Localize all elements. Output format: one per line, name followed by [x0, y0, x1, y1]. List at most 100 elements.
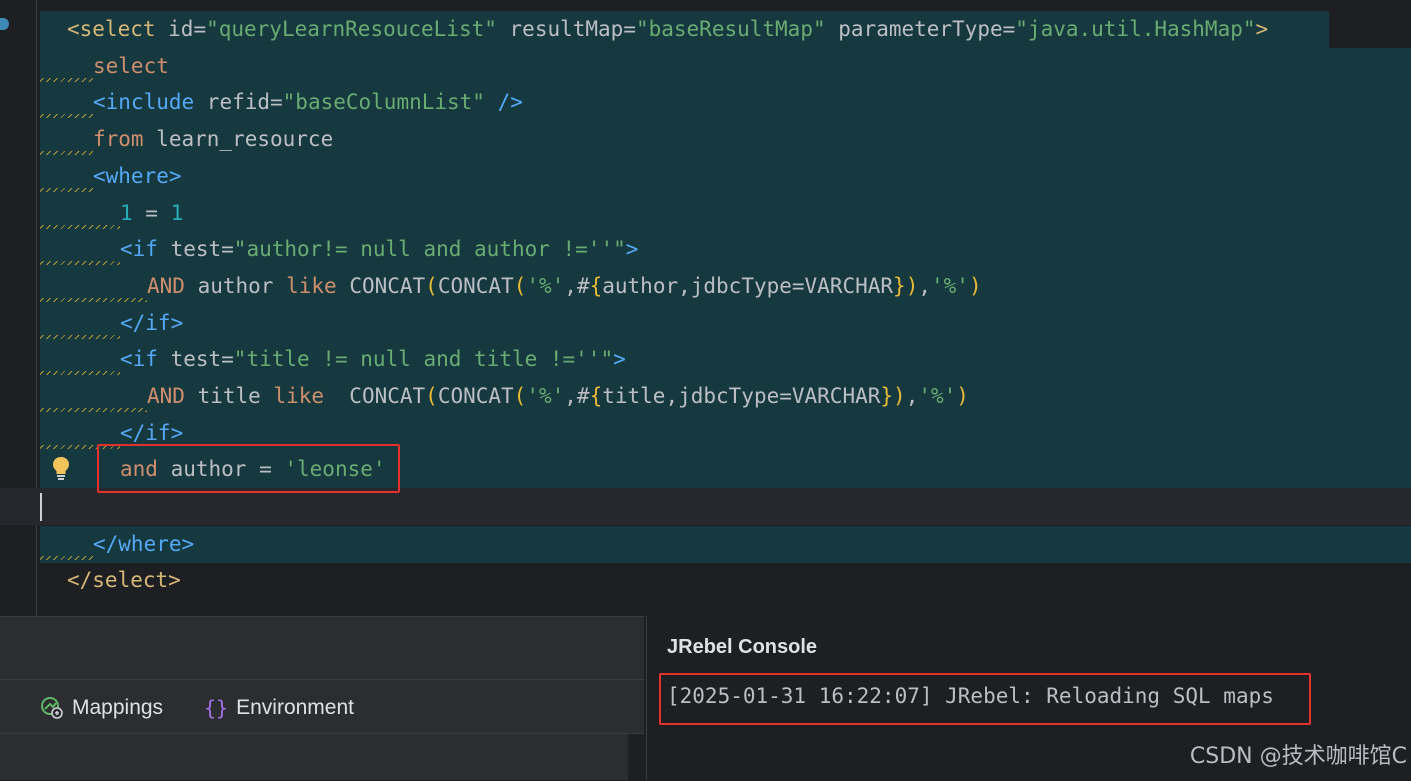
code-token: title,jdbcType=VARCHAR	[602, 384, 881, 408]
code-token: like	[273, 384, 350, 408]
code-token: >	[613, 347, 626, 371]
code-text: <if test="title != null and title !=''">	[120, 345, 626, 373]
code-token: '%'	[918, 384, 957, 408]
code-token: <include	[93, 90, 207, 114]
tab-mappings[interactable]: Mappings	[40, 693, 163, 723]
code-token: test=	[170, 347, 234, 371]
code-token: ,	[564, 274, 577, 298]
code-line[interactable]: </where>	[0, 526, 1411, 563]
annotation-highlight-box	[97, 444, 400, 493]
code-line[interactable]	[0, 488, 1411, 525]
code-token: CONCAT	[349, 274, 426, 298]
code-token: CONCAT	[437, 274, 514, 298]
warning-underline	[40, 556, 93, 560]
code-token: '%'	[526, 384, 565, 408]
code-text: <select id="queryLearnResouceList" resul…	[67, 15, 1268, 43]
code-line[interactable]: select	[0, 48, 1411, 85]
code-line[interactable]: <if test="author!= null and author !=''"…	[0, 231, 1411, 268]
code-token: AND	[147, 384, 198, 408]
warning-underline	[40, 78, 93, 82]
code-token: {	[589, 274, 603, 298]
code-token: )	[968, 274, 982, 298]
code-token: }	[880, 384, 894, 408]
selection-highlight	[40, 158, 1411, 195]
code-token: ,	[905, 384, 919, 408]
warning-underline	[40, 298, 147, 302]
code-token: </if>	[120, 421, 184, 445]
code-line[interactable]: 1 = 1	[0, 195, 1411, 232]
code-text: select	[93, 52, 169, 80]
code-token: <if	[120, 347, 171, 371]
code-line[interactable]: <where>	[0, 158, 1411, 195]
code-text: from learn_resource	[93, 125, 333, 153]
code-token: resultMap=	[496, 17, 636, 41]
console-title: JRebel Console	[667, 636, 818, 658]
code-token: ,	[918, 274, 932, 298]
selection-highlight	[40, 195, 1411, 232]
code-token: #	[576, 274, 590, 298]
code-token: <select	[67, 17, 169, 41]
code-token: {	[589, 384, 603, 408]
code-token: />	[484, 90, 523, 114]
code-token: )	[893, 384, 906, 408]
code-line[interactable]: from learn_resource	[0, 121, 1411, 158]
code-token: from	[93, 127, 157, 151]
code-text: <where>	[93, 162, 182, 190]
tab-environment-label: Environment	[236, 696, 354, 719]
code-editor[interactable]: <select id="queryLearnResouceList" resul…	[0, 0, 1411, 616]
braces-icon: {}	[204, 696, 229, 720]
code-text: AND title like CONCAT(CONCAT('%',#{title…	[147, 382, 969, 410]
mappings-icon	[41, 697, 63, 719]
code-token: </where>	[93, 532, 195, 556]
code-token: author	[197, 274, 287, 298]
code-token: 1	[120, 201, 133, 225]
code-line[interactable]: <if test="title != null and title !=''">	[0, 341, 1411, 378]
code-token: author,jdbcType=VARCHAR	[602, 274, 894, 298]
code-token: >	[1255, 17, 1269, 41]
code-token: parameterType=	[825, 17, 1016, 41]
code-token: (	[513, 274, 527, 298]
code-token: (	[425, 274, 438, 298]
panel-scrollbar[interactable]	[628, 734, 644, 781]
code-token: test=	[170, 237, 234, 261]
selection-highlight	[40, 48, 1411, 85]
code-token: ,	[564, 384, 577, 408]
text-caret	[40, 493, 42, 521]
warning-underline	[40, 188, 93, 192]
code-token: CONCAT	[349, 384, 426, 408]
code-line[interactable]: AND title like CONCAT(CONCAT('%',#{title…	[0, 378, 1411, 415]
code-token: select	[93, 54, 169, 78]
code-token: >	[625, 237, 639, 261]
code-token: )	[905, 274, 919, 298]
code-token: "author!= null and author !=''"	[233, 237, 626, 261]
code-text: 1 = 1	[120, 199, 183, 227]
code-token: CONCAT	[437, 384, 514, 408]
code-token: '%'	[931, 274, 969, 298]
code-line[interactable]: AND author like CONCAT(CONCAT('%',#{auth…	[0, 268, 1411, 305]
code-line[interactable]: </select>	[0, 562, 1411, 599]
tab-mappings-label: Mappings	[72, 696, 164, 719]
warning-underline	[40, 371, 120, 375]
code-token: "baseResultMap"	[635, 17, 826, 41]
warning-underline	[40, 151, 93, 155]
lightbulb-icon[interactable]	[52, 456, 70, 480]
code-token: title	[197, 384, 274, 408]
code-token: <if	[120, 237, 171, 261]
warning-underline	[40, 225, 120, 229]
selection-highlight	[40, 562, 1411, 599]
code-text: </if>	[120, 309, 183, 337]
current-line-highlight	[0, 488, 1411, 525]
code-token: (	[513, 384, 527, 408]
code-token: "title != null and title !=''"	[233, 347, 614, 371]
code-text: </where>	[93, 530, 194, 558]
code-line[interactable]: <select id="queryLearnResouceList" resul…	[0, 11, 1411, 48]
code-line[interactable]: </if>	[0, 305, 1411, 342]
tab-environment[interactable]: {} Environment	[204, 693, 354, 723]
code-token: "queryLearnResouceList"	[206, 17, 497, 41]
selection-highlight	[40, 305, 1411, 342]
code-token: "baseColumnList"	[282, 90, 485, 114]
panel-divider	[0, 679, 644, 680]
code-line[interactable]: <include refid="baseColumnList" />	[0, 84, 1411, 121]
warning-underline	[40, 261, 120, 265]
watermark: CSDN @技术咖啡馆C	[1189, 744, 1407, 769]
